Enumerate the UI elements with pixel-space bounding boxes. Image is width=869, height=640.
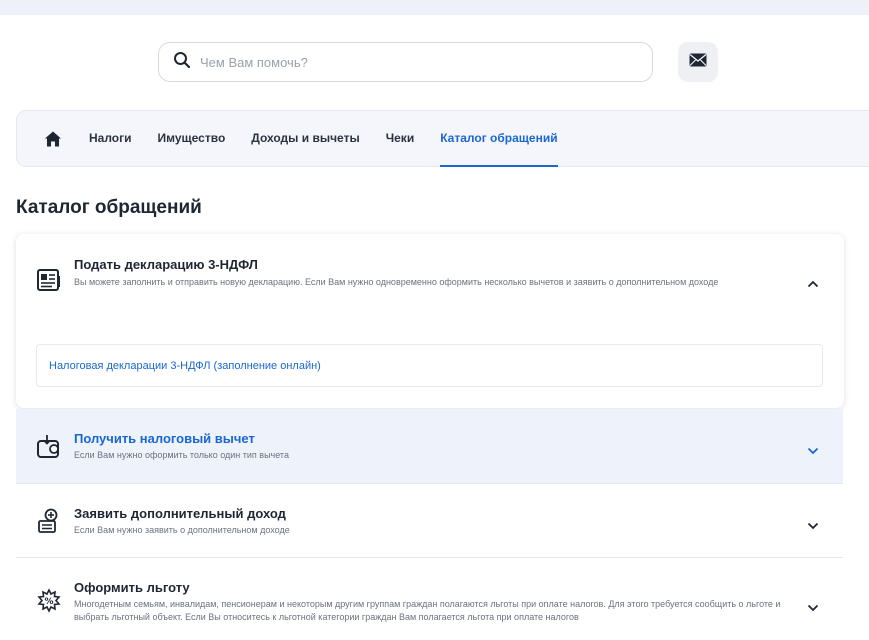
accordion-title[interactable]: Оформить льготу (74, 580, 190, 595)
sub-link-box: Налоговая декларации 3-НДФЛ (заполнение … (36, 344, 823, 387)
chevron-down-icon[interactable] (807, 517, 819, 530)
accordion-title[interactable]: Подать декларацию 3-НДФЛ (74, 257, 258, 272)
home-icon[interactable] (44, 130, 62, 148)
accordion-description: Вы можете заполнить и отправить новую де… (74, 277, 719, 287)
declaration-online-link[interactable]: Налоговая декларации 3-НДФЛ (заполнение … (49, 360, 321, 372)
page-title: Каталог обращений (16, 197, 202, 218)
search-box[interactable] (158, 42, 653, 82)
main-nav: Налоги Имущество Доходы и вычеты Чеки Ка… (16, 110, 869, 167)
accordion-title[interactable]: Заявить дополнительный доход (74, 506, 286, 521)
accordion-item-benefit[interactable]: % Оформить льготу Многодетным семьям, ин… (16, 558, 843, 640)
search-icon (173, 51, 191, 74)
nav-item-receipts[interactable]: Чеки (386, 110, 415, 167)
nav-item-request-catalog[interactable]: Каталог обращений (440, 110, 558, 167)
nav-item-income-deductions[interactable]: Доходы и вычеты (251, 110, 359, 167)
svg-text:%: % (44, 597, 53, 607)
accordion-item-deduction[interactable]: Получить налоговый вычет Если Вам нужно … (16, 409, 843, 484)
declaration-icon (36, 267, 62, 293)
top-strip (0, 0, 869, 15)
accordion-description: Многодетным семьям, инвалидам, пенсионер… (74, 599, 781, 622)
mail-button[interactable] (678, 42, 718, 82)
nav-item-taxes[interactable]: Налоги (89, 110, 132, 167)
nav-item-property[interactable]: Имущество (158, 110, 226, 167)
accordion-item-declaration: Подать декларацию 3-НДФЛ Вы можете запол… (16, 234, 844, 408)
chevron-down-icon[interactable] (807, 599, 819, 612)
search-input[interactable] (200, 54, 620, 70)
envelope-icon (689, 53, 707, 72)
wallet-download-icon (36, 434, 62, 460)
chevron-down-icon[interactable] (807, 442, 819, 455)
chevron-up-icon[interactable] (807, 275, 819, 288)
accordion-description: Если Вам нужно заявить о дополнительном … (74, 525, 290, 535)
accordion-title[interactable]: Получить налоговый вычет (74, 431, 255, 446)
accordion-item-extra-income[interactable]: Заявить дополнительный доход Если Вам ну… (16, 484, 843, 558)
accordion-description: Если Вам нужно оформить только один тип … (74, 450, 289, 460)
benefit-icon: % (36, 588, 62, 614)
income-add-icon (36, 508, 62, 534)
